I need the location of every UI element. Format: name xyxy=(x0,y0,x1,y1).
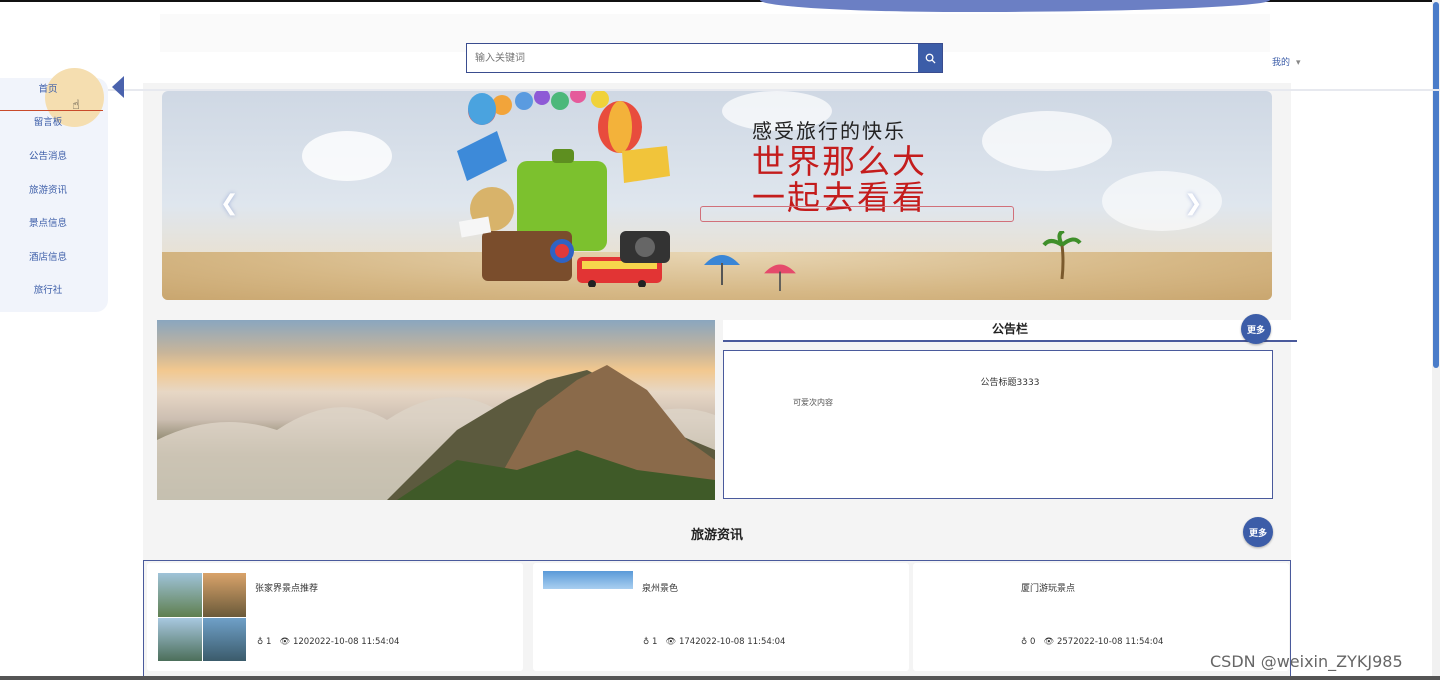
search-button[interactable] xyxy=(918,44,942,72)
sidebar-item-scenic-spots[interactable]: 景点信息 xyxy=(0,215,96,229)
beach-umbrella-icon xyxy=(704,255,740,285)
user-menu-label: 我的 xyxy=(1272,58,1291,68)
top-decoration xyxy=(760,0,1270,12)
notice-more-button[interactable]: 更多 xyxy=(1241,314,1271,344)
mountain-landscape-image xyxy=(157,365,715,500)
cloud-shape xyxy=(302,131,392,181)
search-input[interactable] xyxy=(467,44,918,72)
news-title[interactable]: 厦门游玩景点 xyxy=(1021,581,1075,594)
views-icon: 👁 xyxy=(279,637,291,647)
search-bar xyxy=(466,43,943,73)
sidebar-item-hotels[interactable]: 酒店信息 xyxy=(0,249,96,263)
news-section-title: 旅游资讯 xyxy=(690,528,743,543)
scenic-photo[interactable] xyxy=(157,320,715,500)
like-icon[interactable]: ♁ xyxy=(643,637,649,647)
news-card[interactable]: 张家界景点推荐 ♁ 1 👁 1202022-10-08 11:54:04 xyxy=(147,563,523,671)
banner-line-2: 世界那么大 xyxy=(752,142,927,181)
palm-tree-icon xyxy=(1042,231,1082,280)
notice-header: 公告栏 xyxy=(723,320,1297,342)
banner-slogan: 感受旅行的快乐 世界那么大 一起去看看 xyxy=(752,115,927,216)
news-more-button[interactable]: 更多 xyxy=(1243,517,1273,547)
news-thumbnail xyxy=(158,573,246,661)
sidebar: 首页 留言板 公告消息 旅游资讯 景点信息 酒店信息 旅行社 xyxy=(0,68,108,312)
news-card[interactable]: 泉州景色 ♁ 1 👁 1742022-10-08 11:54:04 xyxy=(533,563,909,671)
watermark: CSDN @weixin_ZYKJ985 xyxy=(1210,652,1403,671)
beach-umbrella-icon xyxy=(764,264,796,291)
cloud-shape xyxy=(982,111,1112,171)
notice-item-content: 可爱次内容 xyxy=(793,398,833,407)
banner-line-1: 感受旅行的快乐 xyxy=(752,119,906,143)
like-icon[interactable]: ♁ xyxy=(1021,637,1027,647)
hand-cursor-icon: ☝ xyxy=(72,98,80,113)
news-thumbnail xyxy=(543,571,633,589)
news-meta: ♁ 0 👁 2572022-10-08 11:54:04 xyxy=(1021,637,1164,647)
cloud-shape xyxy=(1102,171,1222,231)
news-title[interactable]: 张家界景点推荐 xyxy=(255,581,318,594)
notice-title: 公告栏 xyxy=(991,322,1028,336)
notice-item-title[interactable]: 公告标题3333 xyxy=(724,375,1296,388)
sidebar-item-travel-news[interactable]: 旅游资讯 xyxy=(0,182,96,196)
views-icon: 👁 xyxy=(1043,637,1055,647)
banner-carousel[interactable]: 感受旅行的快乐 世界那么大 一起去看看 ❮ ❯ xyxy=(162,91,1272,300)
sidebar-item-travel-agency[interactable]: 旅行社 xyxy=(0,282,96,296)
news-title[interactable]: 泉州景色 xyxy=(642,581,678,594)
notice-panel: 公告标题3333 可爱次内容 xyxy=(723,350,1273,499)
news-meta: ♁ 1 👁 1742022-10-08 11:54:04 xyxy=(643,637,786,647)
sidebar-item-announcements[interactable]: 公告消息 xyxy=(0,148,96,162)
news-meta: ♁ 1 👁 1202022-10-08 11:54:04 xyxy=(257,637,400,647)
sidebar-collapse-arrow[interactable] xyxy=(112,76,124,98)
user-menu[interactable]: 我的 ▾ xyxy=(1272,55,1301,68)
scrollbar-thumb[interactable] xyxy=(1433,2,1439,368)
like-icon[interactable]: ♁ xyxy=(257,637,263,647)
chevron-down-icon: ▾ xyxy=(1296,58,1301,68)
bottom-border xyxy=(0,676,1440,680)
carousel-next-arrow[interactable]: ❯ xyxy=(1184,191,1202,216)
banner-text-frame xyxy=(700,206,1014,222)
carousel-prev-arrow[interactable]: ❮ xyxy=(220,191,238,216)
views-icon: 👁 xyxy=(665,637,677,647)
scrollbar-track[interactable] xyxy=(1432,0,1440,680)
news-list: 张家界景点推荐 ♁ 1 👁 1202022-10-08 11:54:04 泉州景… xyxy=(143,560,1291,680)
search-icon xyxy=(925,53,936,64)
active-underline xyxy=(0,110,103,111)
sidebar-item-message-board[interactable]: 留言板 xyxy=(0,114,96,128)
sidebar-item-home[interactable]: 首页 xyxy=(0,81,96,95)
travel-luggage-illustration xyxy=(457,91,670,287)
